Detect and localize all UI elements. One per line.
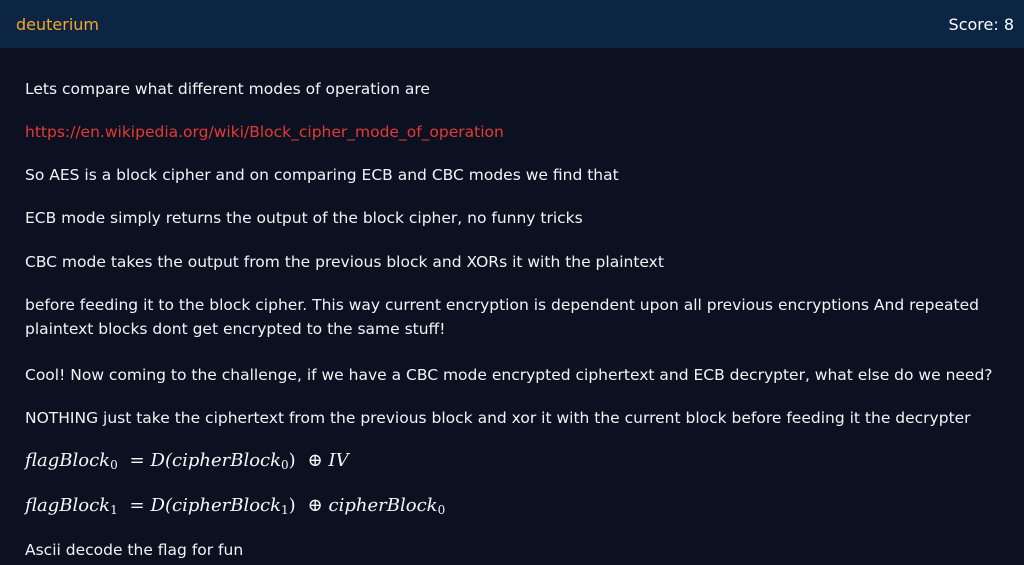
formula-subscript: 0 [110, 458, 118, 472]
wikipedia-link[interactable]: https://en.wikipedia.org/wiki/Block_ciph… [25, 123, 504, 141]
score-display: Score: 8 [948, 14, 1014, 34]
brand-link[interactable]: deuterium [16, 15, 99, 34]
formula-block-1: flagBlock1 = D(cipherBlock1) ⊕ cipherBlock… [25, 493, 445, 519]
formula-equals: = [129, 495, 145, 516]
formula-paren: ) [288, 450, 296, 471]
formula-equals: = [129, 450, 145, 471]
formula-decrypt: D(cipherBlock [150, 495, 282, 516]
formula-rhs: IV [328, 450, 349, 471]
formula-subscript: 1 [110, 503, 118, 517]
paragraph-cbc-detail: before feeding it to the block cipher. T… [25, 296, 979, 338]
paragraph-aes: So AES is a block cipher and on comparin… [25, 166, 619, 184]
paragraph-solution: NOTHING just take the ciphertext from th… [25, 409, 971, 427]
top-navbar: deuterium Score: 8 [0, 0, 1024, 48]
formula-subscript: 0 [281, 458, 289, 472]
paragraph-cbc: CBC mode takes the output from the previ… [25, 253, 664, 271]
xor-symbol: ⊕ [307, 495, 323, 516]
paragraph-intro: Lets compare what different modes of ope… [25, 80, 430, 98]
formula-paren: ) [288, 495, 296, 516]
paragraph-ecb: ECB mode simply returns the output of th… [25, 209, 583, 227]
formula-subscript: 1 [281, 503, 289, 517]
xor-symbol: ⊕ [307, 450, 323, 471]
formula-block-0: flagBlock0 = D(cipherBlock0) ⊕ IV [25, 448, 349, 474]
paragraph-ascii: Ascii decode the flag for fun [25, 541, 244, 559]
formula-decrypt: D(cipherBlock [150, 450, 282, 471]
paragraph-link: https://en.wikipedia.org/wiki/Block_ciph… [25, 120, 504, 144]
paragraph-challenge: Cool! Now coming to the challenge, if we… [25, 366, 993, 384]
formula-subscript: 0 [437, 503, 446, 517]
formula-lhs: flagBlock [25, 450, 111, 471]
formula-rhs: cipherBlock [328, 495, 438, 516]
formula-lhs: flagBlock [25, 495, 111, 516]
